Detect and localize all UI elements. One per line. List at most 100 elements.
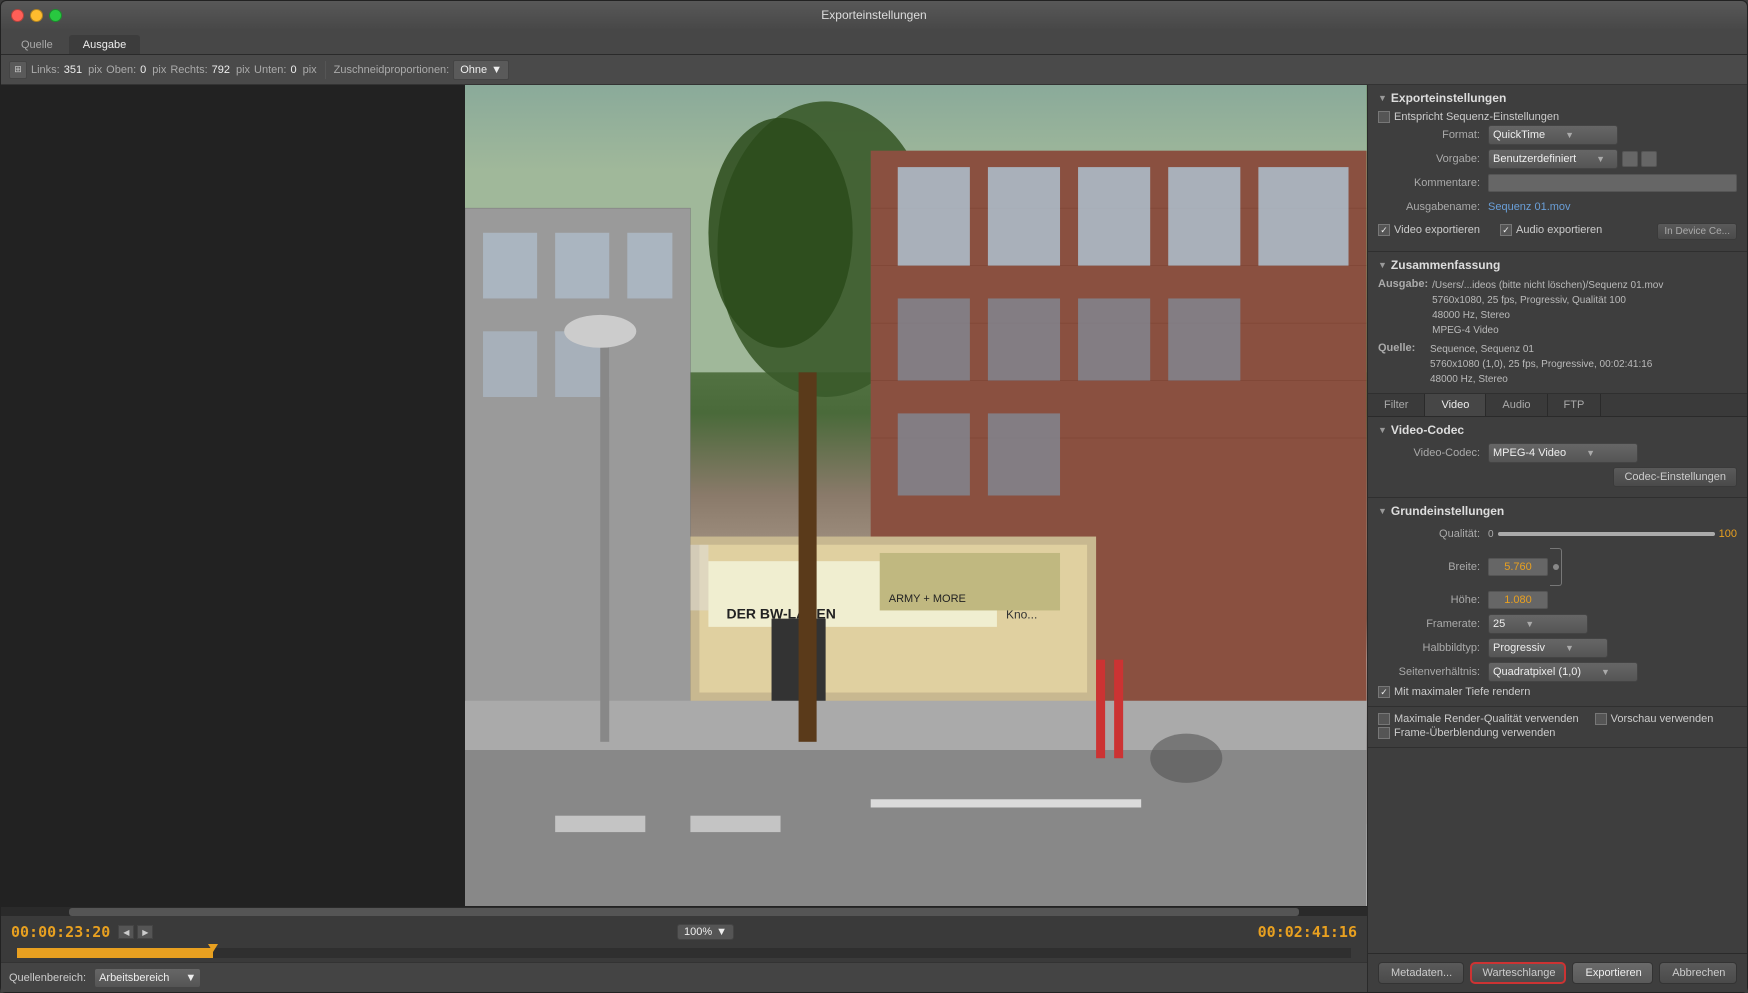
video-codec-select[interactable]: MPEG-4 Video ▼ xyxy=(1488,443,1638,463)
kommentare-row: Kommentare: xyxy=(1378,173,1737,193)
max-tiefe-row: ✓ Mit maximaler Tiefe rendern xyxy=(1378,686,1737,698)
vorschau-checkbox[interactable] xyxy=(1595,713,1607,725)
right-panel-scroll[interactable]: ▼ Exporteinstellungen Entspricht Sequenz… xyxy=(1368,85,1747,953)
kommentare-label: Kommentare: xyxy=(1378,177,1488,189)
delete-preset-icon[interactable] xyxy=(1641,151,1657,167)
zusammenfassung-section: ▼ Zusammenfassung Ausgabe: /Users/...ide… xyxy=(1368,252,1747,394)
schneideprop-dropdown[interactable]: Ohne ▼ xyxy=(453,60,509,80)
codec-arrow: ▼ xyxy=(1586,448,1595,458)
frame-blend-row: Frame-Überblendung verwenden xyxy=(1378,727,1737,739)
audio-export-check[interactable]: ✓ xyxy=(1500,224,1512,236)
nav-next[interactable]: ▶ xyxy=(137,925,153,939)
hoehe-input[interactable]: 1.080 xyxy=(1488,591,1548,609)
timeline-track-area xyxy=(1,948,1367,962)
export-settings-header: ▼ Exporteinstellungen xyxy=(1378,91,1737,105)
ausgabename-value[interactable]: Sequenz 01.mov xyxy=(1488,201,1571,213)
tab-ftp[interactable]: FTP xyxy=(1548,394,1602,416)
video-area: DER BW-LADEN Kno... ARMY + MORE xyxy=(1,85,1367,992)
warteschlange-button[interactable]: Warteschlange xyxy=(1470,962,1567,984)
breite-row: Breite: 5.760 xyxy=(1378,548,1737,586)
oben-value: 0 xyxy=(140,64,146,76)
exportieren-button[interactable]: Exportieren xyxy=(1572,962,1653,984)
seitenverhaeltnis-label: Seitenverhältnis: xyxy=(1378,666,1488,678)
tab-quelle[interactable]: Quelle xyxy=(7,35,67,54)
seitenverhaeltnis-select[interactable]: Quadratpixel (1,0) ▼ xyxy=(1488,662,1638,682)
framerate-select[interactable]: 25 ▼ xyxy=(1488,614,1588,634)
pix2-label: pix xyxy=(152,64,166,76)
qualitaet-slider[interactable] xyxy=(1498,532,1715,536)
codec-einstellungen-row: Codec-Einstellungen xyxy=(1378,467,1737,487)
tab-video[interactable]: Video xyxy=(1425,394,1486,416)
video-codec-row: Video-Codec: MPEG-4 Video ▼ xyxy=(1378,443,1737,463)
quellenbereich-label: Quellenbereich: xyxy=(9,972,86,984)
main-content: DER BW-LADEN Kno... ARMY + MORE xyxy=(1,85,1747,992)
max-render-checkbox[interactable] xyxy=(1378,713,1390,725)
grundeinstellungen-header: ▼ Grundeinstellungen xyxy=(1378,504,1737,518)
vorgabe-arrow: ▼ xyxy=(1596,154,1605,164)
panel-tabs: Filter Video Audio FTP xyxy=(1368,394,1747,417)
zoom-control[interactable]: 100% ▼ xyxy=(677,924,734,940)
tab-filter[interactable]: Filter xyxy=(1368,394,1425,416)
grund-triangle[interactable]: ▼ xyxy=(1378,506,1387,516)
entspricht-row: Entspricht Sequenz-Einstellungen xyxy=(1378,111,1737,123)
format-label: Format: xyxy=(1378,129,1488,141)
seitenverhaeltnis-row: Seitenverhältnis: Quadratpixel (1,0) ▼ xyxy=(1378,662,1737,682)
action-buttons: Metadaten... Warteschlange Exportieren A… xyxy=(1368,953,1747,992)
qualitaet-value: 100 xyxy=(1719,528,1737,540)
timecode-row: 00:00:23:20 ◀ ▶ 100% ▼ 00:02:41:16 xyxy=(1,916,1367,948)
timeline-fill xyxy=(17,948,213,958)
entspricht-label: Entspricht Sequenz-Einstellungen xyxy=(1394,111,1559,123)
max-tiefe-checkbox[interactable]: ✓ xyxy=(1378,686,1390,698)
titlebar: Exporteinstellungen xyxy=(1,1,1747,29)
close-button[interactable] xyxy=(11,9,24,22)
video-export-check[interactable]: ✓ xyxy=(1378,224,1390,236)
metadaten-button[interactable]: Metadaten... xyxy=(1378,962,1464,984)
crop-icon: ⊞ xyxy=(9,61,27,79)
format-select[interactable]: QuickTime ▼ xyxy=(1488,125,1618,145)
rechts-value: 792 xyxy=(212,64,230,76)
tabbar: Quelle Ausgabe xyxy=(1,29,1747,55)
video-canvas: DER BW-LADEN Kno... ARMY + MORE xyxy=(1,85,1367,906)
dropdown-arrow: ▼ xyxy=(491,64,502,76)
hoehe-label: Höhe: xyxy=(1378,594,1488,606)
video-codec-label: Video-Codec: xyxy=(1378,447,1488,459)
quellenbereich-select[interactable]: Arbeitsbereich ▼ xyxy=(94,968,201,988)
tab-ausgabe[interactable]: Ausgabe xyxy=(69,35,140,54)
in-device-button[interactable]: In Device Ce... xyxy=(1657,223,1737,240)
video-codec-triangle[interactable]: ▼ xyxy=(1378,425,1387,435)
vorgabe-select[interactable]: Benutzerdefiniert ▼ xyxy=(1488,149,1618,169)
video-black-area xyxy=(1,85,465,906)
collapse-triangle[interactable]: ▼ xyxy=(1378,93,1387,103)
ausgabe-sum-label: Ausgabe: xyxy=(1378,278,1428,338)
codec-einstellungen-button[interactable]: Codec-Einstellungen xyxy=(1613,467,1737,487)
breite-input[interactable]: 5.760 xyxy=(1488,558,1548,576)
frame-blend-checkbox[interactable] xyxy=(1378,727,1390,739)
zusammenfassung-header: ▼ Zusammenfassung xyxy=(1378,258,1737,272)
ausgabename-row: Ausgabename: Sequenz 01.mov xyxy=(1378,197,1737,217)
qualitaet-slider-row: 0 100 xyxy=(1488,528,1737,540)
zusammenfassung-triangle[interactable]: ▼ xyxy=(1378,260,1387,270)
minimize-button[interactable] xyxy=(30,9,43,22)
abbrechen-button[interactable]: Abbrechen xyxy=(1659,962,1737,984)
max-render-row: Maximale Render-Qualität verwenden Vorsc… xyxy=(1378,713,1737,725)
save-preset-icon[interactable] xyxy=(1622,151,1638,167)
timeline-scrollbar[interactable] xyxy=(1,906,1367,916)
timeline-track[interactable] xyxy=(17,948,1351,958)
kommentare-input[interactable] xyxy=(1488,174,1737,192)
quelle-summary: Quelle: Sequence, Sequenz 01 5760x1080 (… xyxy=(1378,342,1737,387)
export-checkboxes-row: ✓ Video exportieren ✓ Audio exportieren … xyxy=(1378,221,1737,241)
tab-audio[interactable]: Audio xyxy=(1486,394,1547,416)
oben-label: Oben: xyxy=(106,64,136,76)
quelle-sum-value: Sequence, Sequenz 01 5760x1080 (1,0), 25… xyxy=(1430,342,1652,387)
nav-prev[interactable]: ◀ xyxy=(118,925,134,939)
pix4-label: pix xyxy=(303,64,317,76)
qualitaet-fill xyxy=(1498,532,1715,536)
links-value: 351 xyxy=(64,64,82,76)
ausgabename-label: Ausgabename: xyxy=(1378,201,1488,213)
qualitaet-row: Qualität: 0 100 xyxy=(1378,524,1737,544)
window-buttons xyxy=(11,9,62,22)
entspricht-checkbox[interactable] xyxy=(1378,111,1390,123)
timeline-nav: ◀ ▶ xyxy=(118,925,153,939)
halbbildtyp-select[interactable]: Progressiv ▼ xyxy=(1488,638,1608,658)
maximize-button[interactable] xyxy=(49,9,62,22)
